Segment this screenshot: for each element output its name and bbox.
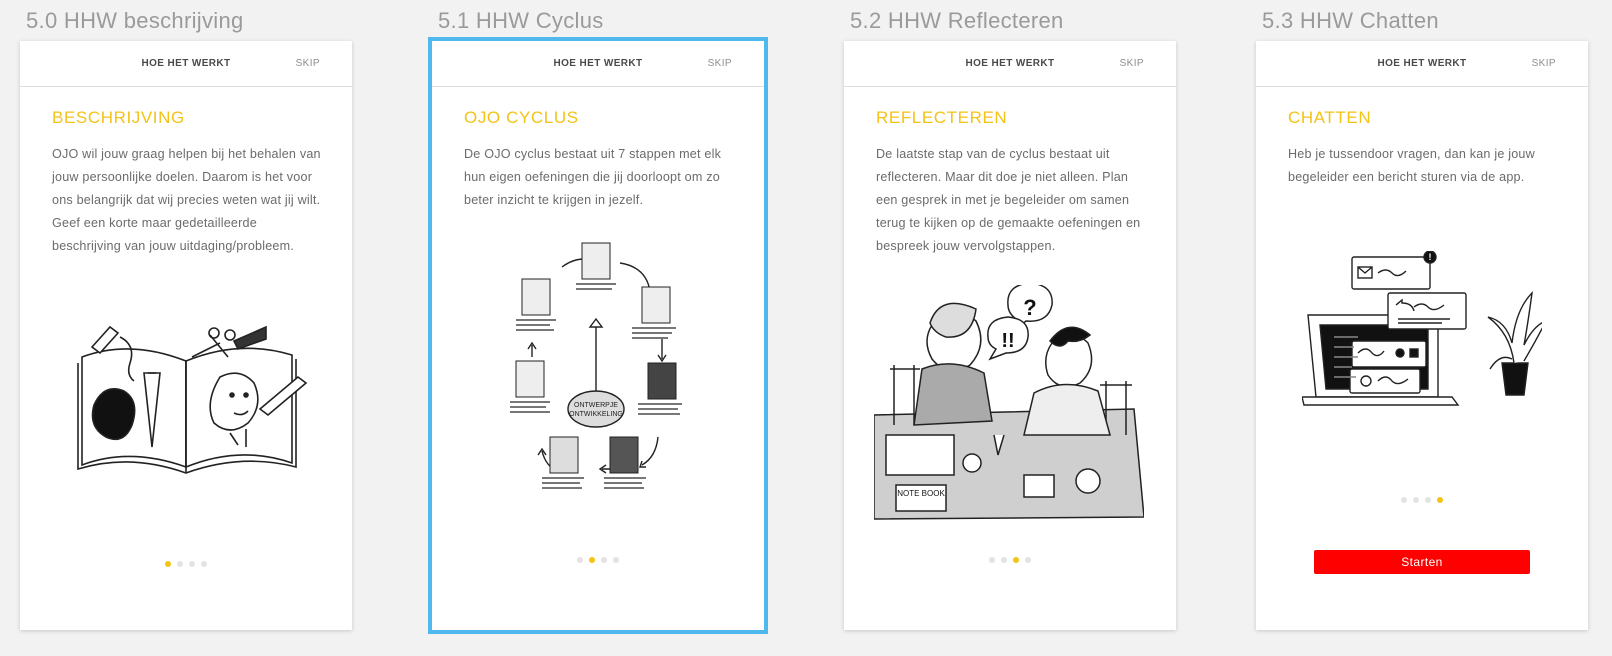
page-indicator xyxy=(20,561,352,567)
nav-bar: HOE HET WERKT SKIP xyxy=(844,41,1176,87)
start-button[interactable]: Starten xyxy=(1314,550,1530,574)
page-heading: BESCHRIJVING xyxy=(52,108,185,127)
page-dot[interactable] xyxy=(1013,557,1019,563)
artboard-label: 5.0 HHW beschrijving xyxy=(26,8,244,33)
page-heading: OJO CYCLUS xyxy=(464,108,579,127)
artboard-label: 5.1 HHW Cyclus xyxy=(438,8,604,33)
skip-button[interactable]: SKIP xyxy=(1120,58,1144,69)
conversation-illustration: ? !! NOTE BOOK xyxy=(874,285,1144,520)
cycle-center-label: ONTWIKKELING xyxy=(569,411,623,418)
screen-chatten[interactable]: HOE HET WERKT SKIP CHATTEN Heb je tussen… xyxy=(1256,41,1588,630)
page-description: De laatste stap van de cyclus bestaat ui… xyxy=(876,147,1141,253)
page-heading: CHATTEN xyxy=(1288,108,1372,127)
page-dot[interactable] xyxy=(589,557,595,563)
page-dot[interactable] xyxy=(201,561,207,567)
book-illustration xyxy=(77,325,308,474)
nav-bar: HOE HET WERKT SKIP xyxy=(1256,41,1588,87)
cycle-diagram: ONTWERPJE ONTWIKKELING xyxy=(510,242,682,489)
notebook-label: NOTE BOOK xyxy=(897,489,945,498)
page-dot[interactable] xyxy=(613,557,619,563)
page-dot[interactable] xyxy=(1437,497,1443,503)
page-description: De OJO cyclus bestaat uit 7 stappen met … xyxy=(464,147,722,207)
page-description: Heb je tussendoor vragen, dan kan je jou… xyxy=(1288,147,1535,184)
page-indicator xyxy=(432,557,764,563)
screen-ojo-cyclus[interactable]: HOE HET WERKT SKIP OJO CYCLUS De OJO cyc… xyxy=(428,37,768,634)
question-mark: ? xyxy=(1023,295,1036,320)
page-dot[interactable] xyxy=(1025,557,1031,563)
cycle-center-label: ONTWERPJE xyxy=(574,402,618,409)
exclamation-marks: !! xyxy=(1001,330,1014,352)
page-heading: REFLECTEREN xyxy=(876,108,1008,127)
screen-beschrijving[interactable]: HOE HET WERKT SKIP BESCHRIJVING OJO wil … xyxy=(20,41,352,630)
skip-button[interactable]: SKIP xyxy=(296,58,320,69)
page-dot[interactable] xyxy=(989,557,995,563)
nav-bar: HOE HET WERKT SKIP xyxy=(20,41,352,87)
page-dot[interactable] xyxy=(177,561,183,567)
page-dot[interactable] xyxy=(601,557,607,563)
artboard-label: 5.3 HHW Chatten xyxy=(1262,8,1439,33)
page-dot[interactable] xyxy=(1413,497,1419,503)
page-dot[interactable] xyxy=(1001,557,1007,563)
page-dot[interactable] xyxy=(165,561,171,567)
page-indicator xyxy=(844,557,1176,563)
page-description: OJO wil jouw graag helpen bij het behale… xyxy=(52,147,321,253)
page-indicator xyxy=(1256,497,1588,503)
page-dot[interactable] xyxy=(577,557,583,563)
skip-button[interactable]: SKIP xyxy=(708,58,732,69)
page-dot[interactable] xyxy=(1425,497,1431,503)
page-dot[interactable] xyxy=(1401,497,1407,503)
skip-button[interactable]: SKIP xyxy=(1532,58,1556,69)
screen-reflecteren[interactable]: HOE HET WERKT SKIP REFLECTEREN De laatst… xyxy=(844,41,1176,630)
page-dot[interactable] xyxy=(189,561,195,567)
notification-icon: ! xyxy=(1429,252,1432,262)
artboard-label: 5.2 HHW Reflecteren xyxy=(850,8,1064,33)
nav-bar: HOE HET WERKT SKIP xyxy=(432,41,764,87)
chat-laptop-illustration: ! xyxy=(1302,251,1542,406)
